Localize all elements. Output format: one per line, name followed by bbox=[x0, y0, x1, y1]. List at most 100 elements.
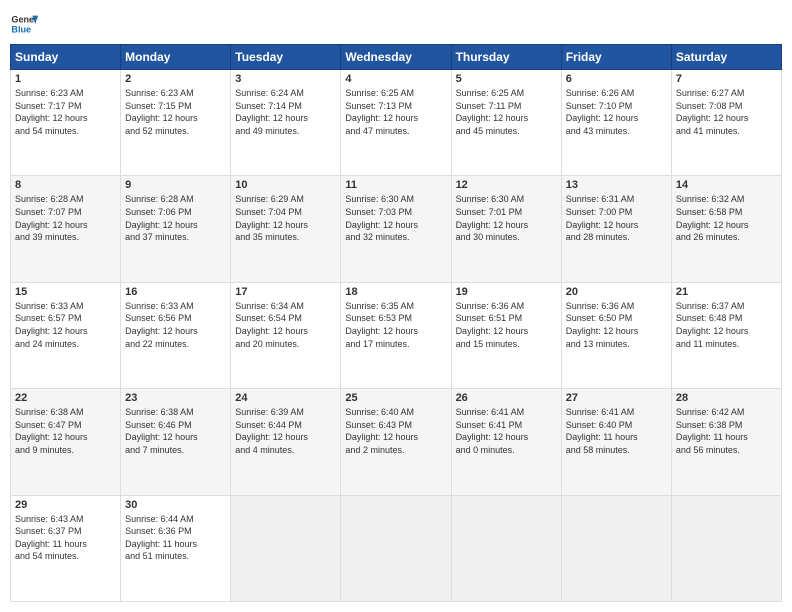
day-number: 2 bbox=[125, 73, 226, 85]
calendar-table: SundayMondayTuesdayWednesdayThursdayFrid… bbox=[10, 44, 782, 602]
day-info: Sunrise: 6:23 AM Sunset: 7:17 PM Dayligh… bbox=[15, 87, 116, 137]
weekday-header-wednesday: Wednesday bbox=[341, 45, 451, 70]
day-number: 18 bbox=[345, 286, 446, 298]
day-info: Sunrise: 6:42 AM Sunset: 6:38 PM Dayligh… bbox=[676, 406, 777, 456]
calendar-cell: 29 Sunrise: 6:43 AM Sunset: 6:37 PM Dayli… bbox=[11, 495, 121, 601]
calendar-cell bbox=[231, 495, 341, 601]
day-number: 3 bbox=[235, 73, 336, 85]
weekday-header-thursday: Thursday bbox=[451, 45, 561, 70]
day-number: 15 bbox=[15, 286, 116, 298]
logo-icon: General Blue bbox=[10, 10, 38, 38]
day-info: Sunrise: 6:30 AM Sunset: 7:03 PM Dayligh… bbox=[345, 193, 446, 243]
day-info: Sunrise: 6:32 AM Sunset: 6:58 PM Dayligh… bbox=[676, 193, 777, 243]
day-number: 25 bbox=[345, 392, 446, 404]
calendar-cell: 19 Sunrise: 6:36 AM Sunset: 6:51 PM Dayli… bbox=[451, 282, 561, 388]
day-info: Sunrise: 6:37 AM Sunset: 6:48 PM Dayligh… bbox=[676, 300, 777, 350]
day-number: 26 bbox=[456, 392, 557, 404]
calendar-cell bbox=[451, 495, 561, 601]
calendar-cell: 4 Sunrise: 6:25 AM Sunset: 7:13 PM Daylig… bbox=[341, 70, 451, 176]
calendar-cell: 24 Sunrise: 6:39 AM Sunset: 6:44 PM Dayli… bbox=[231, 389, 341, 495]
day-number: 23 bbox=[125, 392, 226, 404]
calendar-cell: 21 Sunrise: 6:37 AM Sunset: 6:48 PM Dayli… bbox=[671, 282, 781, 388]
calendar-cell: 10 Sunrise: 6:29 AM Sunset: 7:04 PM Dayli… bbox=[231, 176, 341, 282]
calendar-cell: 17Sunrise: 6:34 AM Sunset: 6:54 PM Dayli… bbox=[231, 282, 341, 388]
calendar-cell: 15 Sunrise: 6:33 AM Sunset: 6:57 PM Dayli… bbox=[11, 282, 121, 388]
day-number: 22 bbox=[15, 392, 116, 404]
day-number: 6 bbox=[566, 73, 667, 85]
day-info: Sunrise: 6:25 AM Sunset: 7:11 PM Dayligh… bbox=[456, 87, 557, 137]
day-info: Sunrise: 6:25 AM Sunset: 7:13 PM Dayligh… bbox=[345, 87, 446, 137]
calendar-cell: 18 Sunrise: 6:35 AM Sunset: 6:53 PM Dayli… bbox=[341, 282, 451, 388]
day-info: Sunrise: 6:36 AM Sunset: 6:50 PM Dayligh… bbox=[566, 300, 667, 350]
calendar-cell bbox=[671, 495, 781, 601]
calendar-cell: 12 Sunrise: 6:30 AM Sunset: 7:01 PM Dayli… bbox=[451, 176, 561, 282]
calendar-cell: 23 Sunrise: 6:38 AM Sunset: 6:46 PM Dayli… bbox=[121, 389, 231, 495]
day-info: Sunrise: 6:41 AM Sunset: 6:40 PM Dayligh… bbox=[566, 406, 667, 456]
day-info: Sunrise: 6:33 AM Sunset: 6:56 PM Dayligh… bbox=[125, 300, 226, 350]
day-info: Sunrise: 6:27 AM Sunset: 7:08 PM Dayligh… bbox=[676, 87, 777, 137]
calendar-cell bbox=[561, 495, 671, 601]
day-number: 13 bbox=[566, 179, 667, 191]
day-number: 10 bbox=[235, 179, 336, 191]
calendar-cell: 28 Sunrise: 6:42 AM Sunset: 6:38 PM Dayli… bbox=[671, 389, 781, 495]
weekday-header-monday: Monday bbox=[121, 45, 231, 70]
calendar-cell: 16 Sunrise: 6:33 AM Sunset: 6:56 PM Dayli… bbox=[121, 282, 231, 388]
day-info: Sunrise: 6:34 AM Sunset: 6:54 PM Dayligh… bbox=[235, 300, 336, 350]
logo: General Blue bbox=[10, 10, 38, 38]
day-number: 14 bbox=[676, 179, 777, 191]
day-info: Sunrise: 6:39 AM Sunset: 6:44 PM Dayligh… bbox=[235, 406, 336, 456]
day-number: 30 bbox=[125, 499, 226, 511]
calendar-cell: 27 Sunrise: 6:41 AM Sunset: 6:40 PM Dayli… bbox=[561, 389, 671, 495]
svg-text:Blue: Blue bbox=[11, 24, 31, 34]
weekday-header-tuesday: Tuesday bbox=[231, 45, 341, 70]
calendar-cell: 13 Sunrise: 6:31 AM Sunset: 7:00 PM Dayli… bbox=[561, 176, 671, 282]
day-number: 5 bbox=[456, 73, 557, 85]
page-header: General Blue bbox=[10, 10, 782, 38]
day-info: Sunrise: 6:28 AM Sunset: 7:06 PM Dayligh… bbox=[125, 193, 226, 243]
day-number: 27 bbox=[566, 392, 667, 404]
day-number: 29 bbox=[15, 499, 116, 511]
day-number: 19 bbox=[456, 286, 557, 298]
day-number: 4 bbox=[345, 73, 446, 85]
day-info: Sunrise: 6:24 AM Sunset: 7:14 PM Dayligh… bbox=[235, 87, 336, 137]
day-number: 7 bbox=[676, 73, 777, 85]
day-info: Sunrise: 6:23 AM Sunset: 7:15 PM Dayligh… bbox=[125, 87, 226, 137]
day-number: 12 bbox=[456, 179, 557, 191]
day-info: Sunrise: 6:35 AM Sunset: 6:53 PM Dayligh… bbox=[345, 300, 446, 350]
calendar-cell: 30 Sunrise: 6:44 AM Sunset: 6:36 PM Dayli… bbox=[121, 495, 231, 601]
day-number: 1 bbox=[15, 73, 116, 85]
calendar-cell: 26 Sunrise: 6:41 AM Sunset: 6:41 PM Dayli… bbox=[451, 389, 561, 495]
calendar-cell: 7 Sunrise: 6:27 AM Sunset: 7:08 PM Daylig… bbox=[671, 70, 781, 176]
day-info: Sunrise: 6:26 AM Sunset: 7:10 PM Dayligh… bbox=[566, 87, 667, 137]
day-number: 9 bbox=[125, 179, 226, 191]
day-number: 16 bbox=[125, 286, 226, 298]
weekday-header-sunday: Sunday bbox=[11, 45, 121, 70]
day-info: Sunrise: 6:38 AM Sunset: 6:47 PM Dayligh… bbox=[15, 406, 116, 456]
calendar-cell: 2 Sunrise: 6:23 AM Sunset: 7:15 PM Daylig… bbox=[121, 70, 231, 176]
calendar-cell: 25 Sunrise: 6:40 AM Sunset: 6:43 PM Dayli… bbox=[341, 389, 451, 495]
calendar-cell: 14 Sunrise: 6:32 AM Sunset: 6:58 PM Dayli… bbox=[671, 176, 781, 282]
day-info: Sunrise: 6:29 AM Sunset: 7:04 PM Dayligh… bbox=[235, 193, 336, 243]
calendar-cell: 6 Sunrise: 6:26 AM Sunset: 7:10 PM Daylig… bbox=[561, 70, 671, 176]
weekday-header-saturday: Saturday bbox=[671, 45, 781, 70]
day-info: Sunrise: 6:36 AM Sunset: 6:51 PM Dayligh… bbox=[456, 300, 557, 350]
calendar-cell: 3 Sunrise: 6:24 AM Sunset: 7:14 PM Daylig… bbox=[231, 70, 341, 176]
day-info: Sunrise: 6:43 AM Sunset: 6:37 PM Dayligh… bbox=[15, 513, 116, 563]
day-number: 8 bbox=[15, 179, 116, 191]
day-number: 28 bbox=[676, 392, 777, 404]
day-number: 21 bbox=[676, 286, 777, 298]
day-info: Sunrise: 6:40 AM Sunset: 6:43 PM Dayligh… bbox=[345, 406, 446, 456]
calendar-cell: 11 Sunrise: 6:30 AM Sunset: 7:03 PM Dayli… bbox=[341, 176, 451, 282]
day-number: 20 bbox=[566, 286, 667, 298]
day-info: Sunrise: 6:33 AM Sunset: 6:57 PM Dayligh… bbox=[15, 300, 116, 350]
calendar-cell: 1 Sunrise: 6:23 AM Sunset: 7:17 PM Daylig… bbox=[11, 70, 121, 176]
day-info: Sunrise: 6:44 AM Sunset: 6:36 PM Dayligh… bbox=[125, 513, 226, 563]
day-number: 11 bbox=[345, 179, 446, 191]
calendar-cell bbox=[341, 495, 451, 601]
calendar-cell: 5 Sunrise: 6:25 AM Sunset: 7:11 PM Daylig… bbox=[451, 70, 561, 176]
day-info: Sunrise: 6:41 AM Sunset: 6:41 PM Dayligh… bbox=[456, 406, 557, 456]
day-info: Sunrise: 6:38 AM Sunset: 6:46 PM Dayligh… bbox=[125, 406, 226, 456]
day-info: Sunrise: 6:30 AM Sunset: 7:01 PM Dayligh… bbox=[456, 193, 557, 243]
day-number: 24 bbox=[235, 392, 336, 404]
day-info: Sunrise: 6:31 AM Sunset: 7:00 PM Dayligh… bbox=[566, 193, 667, 243]
